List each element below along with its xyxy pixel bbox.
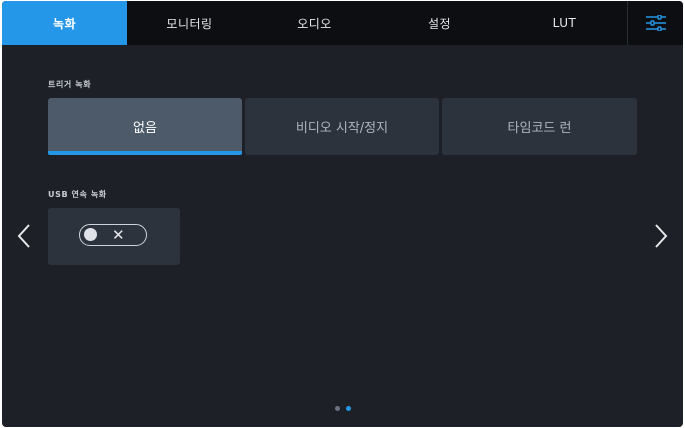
chevron-right-icon[interactable] bbox=[654, 223, 668, 249]
chevron-left-icon[interactable] bbox=[17, 223, 31, 249]
tab-lut[interactable]: LUT bbox=[502, 1, 627, 45]
sliders-icon bbox=[645, 15, 666, 31]
tab-audio-label: 오디오 bbox=[297, 16, 332, 31]
tab-monitoring-label: 모니터링 bbox=[166, 16, 213, 31]
tab-audio[interactable]: 오디오 bbox=[252, 1, 377, 45]
tab-record[interactable]: 녹화 bbox=[2, 1, 127, 45]
trigger-option-timecode-label: 타임코드 런 bbox=[507, 121, 572, 136]
trigger-option-video-label: 비디오 시작/정지 bbox=[295, 121, 389, 136]
trigger-option-timecode-run[interactable]: 타임코드 런 bbox=[442, 98, 637, 155]
camera-menu-screen: 녹화 모니터링 오디오 설정 LUT 트리거 녹화 없음 비디오 시작/정지 타… bbox=[2, 1, 683, 427]
selected-indicator bbox=[48, 151, 242, 155]
usb-continuous-record-label: USB 연속 녹화 bbox=[48, 190, 107, 199]
tab-record-label: 녹화 bbox=[52, 16, 77, 31]
page-indicator bbox=[2, 406, 683, 411]
tab-setup[interactable]: 설정 bbox=[377, 1, 502, 45]
trigger-record-label: 트리거 녹화 bbox=[48, 80, 92, 89]
settings-menu-button[interactable] bbox=[627, 1, 683, 45]
trigger-option-none-label: 없음 bbox=[133, 121, 157, 136]
tab-lut-label: LUT bbox=[552, 16, 577, 30]
usb-toggle-card: ✕ bbox=[48, 208, 180, 265]
toggle-knob bbox=[84, 228, 97, 241]
page-dot-2-active[interactable] bbox=[345, 406, 351, 411]
page-dot-1[interactable] bbox=[334, 406, 340, 411]
trigger-option-none[interactable]: 없음 bbox=[48, 98, 242, 155]
tab-monitoring[interactable]: 모니터링 bbox=[127, 1, 252, 45]
tab-setup-label: 설정 bbox=[427, 16, 452, 31]
off-x-icon: ✕ bbox=[112, 226, 125, 244]
trigger-option-video-start-stop[interactable]: 비디오 시작/정지 bbox=[245, 98, 439, 155]
tab-bar: 녹화 모니터링 오디오 설정 LUT bbox=[2, 1, 683, 45]
usb-continuous-record-toggle[interactable]: ✕ bbox=[79, 224, 147, 246]
